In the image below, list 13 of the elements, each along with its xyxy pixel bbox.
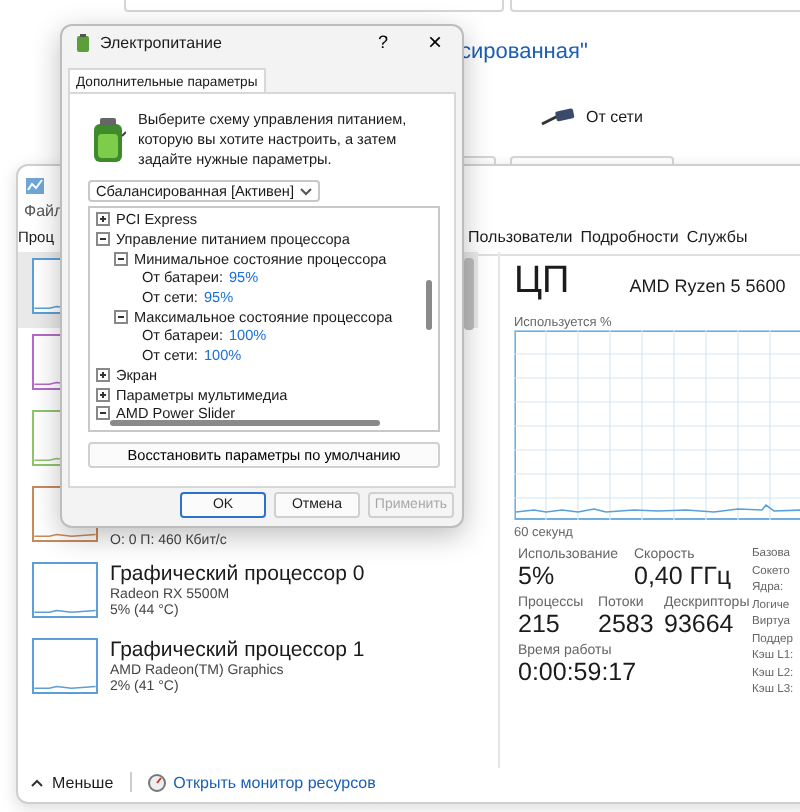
stat-value: 0,40 ГГц [634, 562, 733, 590]
stat-value: 2583 [598, 610, 656, 638]
device-name: Графический процессор 0 [110, 562, 365, 586]
power-source-label: От сети [586, 108, 643, 126]
device-name: Графический процессор 1 [110, 638, 365, 662]
stat-value: 0:00:59:17 [518, 658, 639, 686]
cpu-model: AMD Ryzen 5 5600 [629, 276, 786, 296]
dialog-title: Электропитание [100, 34, 222, 52]
stat-value: 215 [518, 610, 562, 638]
plan-heading: сированная" [460, 40, 588, 64]
stat-value: 5% [518, 562, 557, 590]
cpu-title: ЦП [514, 260, 570, 304]
stat-value: 93664 [664, 610, 736, 638]
